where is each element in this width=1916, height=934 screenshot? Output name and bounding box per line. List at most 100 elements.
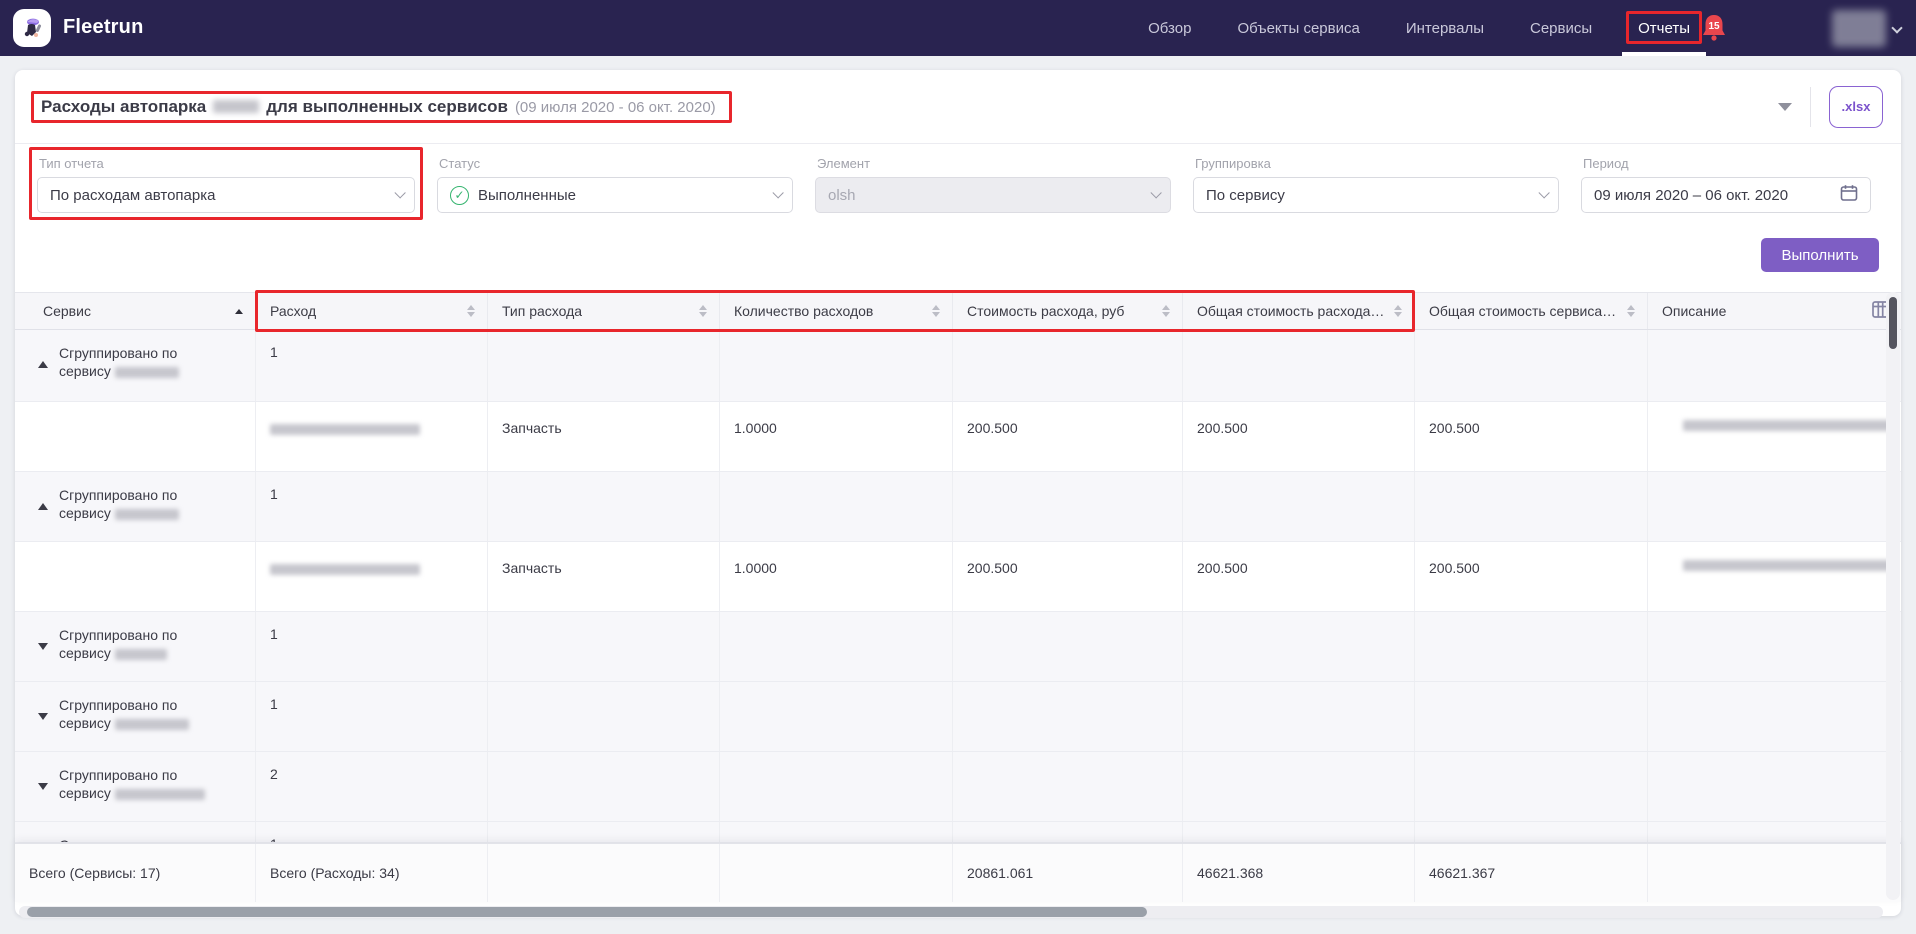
grouping-select[interactable]: По сервису	[1193, 177, 1559, 213]
column-header-expense[interactable]: Расход	[255, 293, 487, 329]
expand-group-icon[interactable]	[38, 783, 48, 790]
fleetrun-logo-icon[interactable]	[13, 9, 51, 47]
user-avatar[interactable]	[1832, 10, 1886, 47]
table-row-group[interactable]: Сгруппировано по сервису 1	[15, 612, 1901, 682]
nav-reports[interactable]: Отчеты	[1638, 0, 1690, 56]
notifications-bell-icon[interactable]: 15	[1700, 13, 1732, 45]
expense-cost-cell: 200.500	[952, 402, 1182, 471]
nav-overview[interactable]: Обзор	[1148, 0, 1191, 56]
nav-intervals[interactable]: Интервалы	[1406, 0, 1484, 56]
vertical-scrollbar[interactable]	[1886, 292, 1900, 900]
group-expense-count: 1	[255, 472, 487, 541]
column-header-description[interactable]: Описание	[1647, 293, 1901, 329]
group-label: Сгруппировано по сервису	[59, 834, 217, 842]
collapse-panel-icon[interactable]	[1778, 103, 1792, 111]
sort-icon[interactable]	[1619, 305, 1635, 317]
table-header-row: Сервис Расход Тип расхода Количество рас…	[15, 292, 1901, 330]
group-cell: Сгруппировано по сервису	[15, 612, 255, 681]
horizontal-scrollbar[interactable]	[19, 906, 1883, 918]
group-cell: Сгруппировано по сервису	[15, 472, 255, 541]
user-menu-chevron-down-icon[interactable]	[1891, 22, 1902, 33]
sort-asc-icon[interactable]	[227, 309, 243, 314]
table-row-detail[interactable]: Запчасть1.0000200.500200.500200.500	[15, 542, 1901, 612]
group-expense-count: 2	[255, 752, 487, 821]
totals-expense-total: 46621.368	[1182, 844, 1414, 902]
column-header-expense-count[interactable]: Количество расходов	[719, 293, 952, 329]
mascot-icon	[19, 15, 45, 41]
redacted-expense-name	[270, 424, 420, 435]
vertical-scrollbar-thumb[interactable]	[1889, 297, 1897, 349]
group-expense-count: 1	[255, 822, 487, 842]
nav-services[interactable]: Сервисы	[1530, 0, 1592, 56]
period-input[interactable]: 09 июля 2020 – 06 окт. 2020	[1581, 177, 1871, 213]
group-label: Сгруппировано по сервису	[59, 764, 217, 821]
table-row-group[interactable]: Сгруппировано по сервису 1	[15, 472, 1901, 542]
report-title: Расходы автопарка для выполненных сервис…	[37, 95, 720, 119]
sort-icon[interactable]	[924, 305, 940, 317]
redacted-expense-name	[270, 564, 420, 575]
redacted-fleet-name	[213, 100, 259, 113]
sort-icon[interactable]	[459, 305, 475, 317]
status-done-check-icon: ✓	[450, 186, 469, 205]
redacted-description	[1683, 560, 1895, 571]
calendar-icon[interactable]	[1840, 184, 1858, 206]
active-tab-underline	[1622, 52, 1706, 56]
report-type-select[interactable]: По расходам автопарка	[37, 177, 415, 213]
column-header-expense-total[interactable]: Общая стоимость расхода, р…	[1182, 293, 1414, 329]
filters-row: Тип отчета По расходам автопарка Статус …	[37, 156, 1879, 213]
run-report-button[interactable]: Выполнить	[1761, 238, 1879, 272]
redacted-service-name	[115, 649, 167, 660]
service-total-cell: 200.500	[1414, 402, 1647, 471]
brand-name: Fleetrun	[63, 16, 144, 39]
chevron-down-icon	[772, 187, 783, 198]
column-header-service[interactable]: Сервис	[15, 293, 255, 329]
expand-group-icon[interactable]	[38, 713, 48, 720]
expand-group-icon[interactable]	[38, 643, 48, 650]
expense-cost-cell: 200.500	[952, 542, 1182, 611]
group-expense-count: 1	[255, 612, 487, 681]
table-body: Сгруппировано по сервису 1Запчасть1.0000…	[15, 330, 1901, 843]
totals-services: Всего (Сервисы: 17)	[15, 844, 255, 902]
column-header-expense-type[interactable]: Тип расхода	[487, 293, 719, 329]
table-row-group[interactable]: Сгруппировано по сервису 1	[15, 682, 1901, 752]
collapse-group-icon[interactable]	[38, 503, 48, 510]
table-row-detail[interactable]: Запчасть1.0000200.500200.500200.500	[15, 402, 1901, 472]
sort-icon[interactable]	[691, 305, 707, 317]
report-period-text: (09 июля 2020 - 06 окт. 2020)	[515, 99, 716, 116]
column-header-service-total[interactable]: Общая стоимость сервиса, р…	[1414, 293, 1647, 329]
group-cell: Сгруппировано по сервису	[15, 752, 255, 821]
table-row-group[interactable]: Сгруппировано по сервису 2	[15, 752, 1901, 822]
redacted-service-name	[115, 789, 205, 800]
element-select: olsh	[815, 177, 1171, 213]
redacted-service-name	[115, 509, 179, 520]
main-nav: Обзор Объекты сервиса Интервалы Сервисы …	[1148, 0, 1690, 56]
status-select[interactable]: ✓ Выполненные	[437, 177, 793, 213]
sort-icon[interactable]	[1154, 305, 1170, 317]
export-xlsx-button[interactable]: .xlsx	[1829, 86, 1883, 128]
table-row-group[interactable]: Сгруппировано по сервису 1	[15, 822, 1901, 843]
expense-type-cell: Запчасть	[487, 542, 719, 611]
collapse-group-icon[interactable]	[38, 361, 48, 368]
group-label: Сгруппировано по сервису	[59, 484, 217, 541]
sort-icon[interactable]	[1386, 305, 1402, 317]
table-row-group[interactable]: Сгруппировано по сервису 1	[15, 330, 1901, 402]
nav-service-objects[interactable]: Объекты сервиса	[1237, 0, 1359, 56]
column-header-expense-cost[interactable]: Стоимость расхода, руб	[952, 293, 1182, 329]
redacted-service-name	[115, 367, 179, 378]
expense-total-cell: 200.500	[1182, 542, 1414, 611]
service-total-cell: 200.500	[1414, 542, 1647, 611]
group-cell: Сгруппировано по сервису	[15, 682, 255, 751]
expense-type-cell: Запчасть	[487, 402, 719, 471]
group-label: Сгруппировано по сервису	[59, 342, 217, 401]
report-title-row: Расходы автопарка для выполненных сервис…	[15, 70, 1901, 144]
filter-grouping: Группировка По сервису	[1193, 156, 1559, 213]
chevron-down-icon	[1538, 187, 1549, 198]
redacted-service-name	[115, 719, 189, 730]
filter-status: Статус ✓ Выполненные	[437, 156, 793, 213]
expense-quantity-cell: 1.0000	[719, 402, 952, 471]
totals-cost: 20861.061	[952, 844, 1182, 902]
table-totals-row: Всего (Сервисы: 17) Всего (Расходы: 34) …	[15, 843, 1901, 902]
horizontal-scrollbar-thumb[interactable]	[27, 907, 1147, 917]
divider	[1810, 87, 1811, 127]
description-cell	[1647, 542, 1901, 611]
